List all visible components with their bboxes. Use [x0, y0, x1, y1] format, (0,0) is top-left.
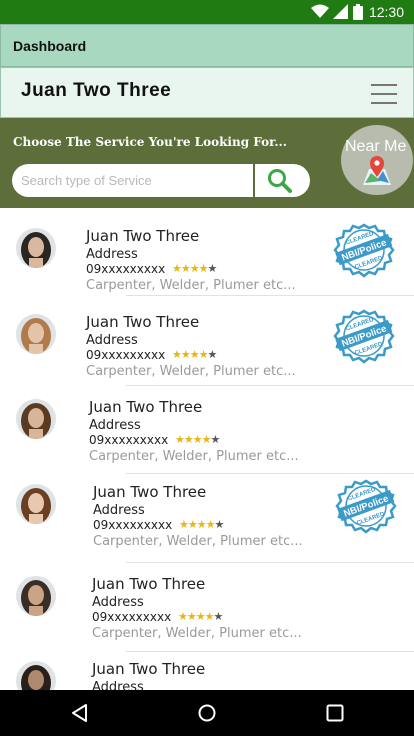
- star-icon: ★: [207, 348, 218, 361]
- star-icon: ★: [213, 610, 224, 623]
- worker-skills: Carpenter, Welder, Plumer etc...: [93, 534, 303, 549]
- rating-stars: ★★★★★: [178, 610, 224, 623]
- near-me-button[interactable]: Near Me: [341, 125, 413, 195]
- star-icon: ★: [198, 262, 209, 275]
- back-icon[interactable]: [70, 703, 90, 723]
- avatar[interactable]: [16, 661, 56, 690]
- divider: [126, 295, 414, 296]
- divider: [126, 562, 414, 563]
- near-me-label: Near Me: [345, 138, 407, 155]
- star-icon: ★: [204, 610, 215, 623]
- worker-phone: 09xxxxxxxxx: [89, 433, 169, 447]
- worker-name: Juan Two Three: [92, 660, 206, 678]
- star-icon: ★: [192, 433, 203, 446]
- worker-phone: 09xxxxxxxxx: [86, 348, 166, 362]
- battery-icon: [353, 4, 363, 20]
- avatar[interactable]: [16, 576, 56, 616]
- hamburger-menu-icon[interactable]: [371, 84, 397, 104]
- system-nav-bar: [0, 690, 414, 736]
- worker-list[interactable]: Juan Two Three Address 09xxxxxxxxx ★★★★★ Car…: [0, 208, 414, 690]
- wifi-icon: [311, 4, 329, 18]
- worker-phone: 09xxxxxxxxx: [93, 518, 173, 532]
- avatar[interactable]: [16, 314, 56, 354]
- status-time: 12:30: [368, 4, 404, 20]
- recents-icon[interactable]: [326, 704, 344, 722]
- worker-name: Juan Two Three: [89, 398, 203, 416]
- search-box[interactable]: [12, 164, 253, 197]
- status-bar: 12:30: [0, 0, 414, 24]
- star-icon: ★: [214, 518, 225, 531]
- rating-stars: ★★★★★: [175, 433, 221, 446]
- worker-address: Address: [86, 333, 138, 348]
- star-icon: ★: [175, 433, 185, 446]
- star-icon: ★: [189, 348, 200, 361]
- star-icon: ★: [195, 610, 206, 623]
- star-icon: ★: [180, 348, 191, 361]
- rating-stars: ★★★★★: [179, 518, 225, 531]
- worker-name: Juan Two Three: [86, 313, 200, 331]
- worker-skills: Carpenter, Welder, Plumer etc...: [89, 449, 299, 464]
- star-icon: ★: [201, 433, 212, 446]
- dashboard-bar[interactable]: Dashboard: [0, 24, 414, 67]
- worker-phone: 09xxxxxxxxx: [86, 262, 166, 276]
- worker-phone: 09xxxxxxxxx: [92, 610, 172, 624]
- page-title: Juan Two Three: [21, 80, 172, 101]
- worker-address: Address: [92, 595, 144, 610]
- nbi-police-cleared-badge: CLEARED NBI/Police CLEARED: [333, 223, 395, 279]
- worker-list-item[interactable]: Juan Two Three Address 09xxxxxxxxx ★★★★★ Car…: [0, 475, 414, 563]
- star-icon: ★: [180, 262, 191, 275]
- worker-address: Address: [89, 418, 141, 433]
- home-icon[interactable]: [197, 703, 217, 723]
- star-icon: ★: [172, 262, 182, 275]
- search-icon: [268, 169, 292, 193]
- dashboard-label: Dashboard: [13, 38, 87, 54]
- rating-stars: ★★★★★: [172, 262, 218, 275]
- avatar[interactable]: [16, 484, 56, 524]
- star-icon: ★: [186, 610, 197, 623]
- map-pin-icon: [363, 156, 391, 185]
- star-icon: ★: [183, 433, 194, 446]
- worker-name: Juan Two Three: [86, 227, 200, 245]
- signal-icon: [333, 4, 348, 19]
- divider: [126, 473, 414, 474]
- search-prompt: Choose The Service You're Looking For...: [13, 135, 287, 149]
- worker-list-item[interactable]: Juan Two Three Address: [0, 652, 414, 690]
- star-icon: ★: [198, 348, 209, 361]
- star-icon: ★: [207, 262, 218, 275]
- worker-name: Juan Two Three: [93, 483, 207, 501]
- avatar[interactable]: [16, 228, 56, 268]
- star-icon: ★: [189, 262, 200, 275]
- worker-name: Juan Two Three: [92, 575, 206, 593]
- app-header: Juan Two Three: [0, 67, 414, 118]
- star-icon: ★: [178, 610, 188, 623]
- rating-stars: ★★★★★: [172, 348, 218, 361]
- star-icon: ★: [172, 348, 182, 361]
- worker-skills: Carpenter, Welder, Plumer etc...: [92, 626, 302, 641]
- worker-list-item[interactable]: Juan Two Three Address 09xxxxxxxxx ★★★★★ Car…: [0, 564, 414, 652]
- worker-address: Address: [92, 680, 144, 690]
- nbi-police-cleared-badge: CLEARED NBI/Police CLEARED: [333, 309, 395, 365]
- star-icon: ★: [187, 518, 198, 531]
- worker-address: Address: [86, 247, 138, 262]
- nbi-police-cleared-badge: CLEARED NBI/Police CLEARED: [335, 479, 397, 535]
- worker-list-item[interactable]: Juan Two Three Address 09xxxxxxxxx ★★★★★ Car…: [0, 208, 414, 296]
- avatar[interactable]: [16, 399, 56, 439]
- star-icon: ★: [210, 433, 221, 446]
- worker-skills: Carpenter, Welder, Plumer etc...: [86, 364, 296, 379]
- star-icon: ★: [179, 518, 189, 531]
- worker-skills: Carpenter, Welder, Plumer etc...: [86, 278, 296, 293]
- star-icon: ★: [205, 518, 216, 531]
- search-input[interactable]: [21, 164, 241, 197]
- worker-list-item[interactable]: Juan Two Three Address 09xxxxxxxxx ★★★★★ Car…: [0, 386, 414, 474]
- worker-address: Address: [93, 503, 145, 518]
- star-icon: ★: [196, 518, 207, 531]
- worker-list-item[interactable]: Juan Two Three Address 09xxxxxxxxx ★★★★★ Car…: [0, 298, 414, 386]
- search-button[interactable]: [255, 164, 310, 197]
